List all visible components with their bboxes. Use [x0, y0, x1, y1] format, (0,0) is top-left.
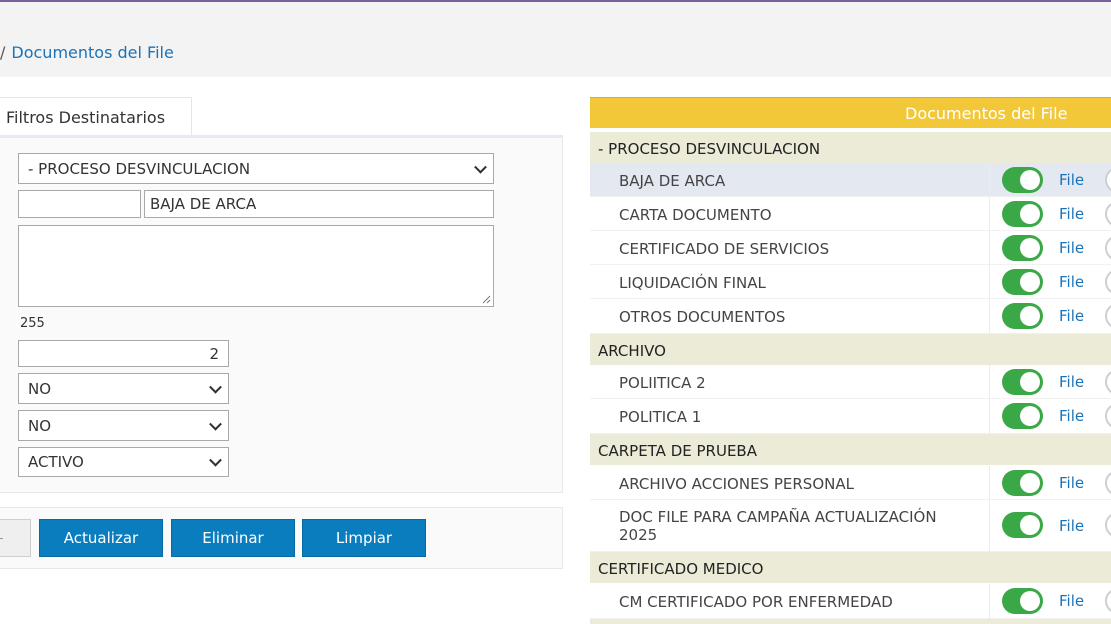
- resize-grip-icon[interactable]: [481, 294, 491, 304]
- char-counter: 255: [20, 316, 45, 331]
- document-row[interactable]: POLIITICA 2 File: [590, 365, 1111, 399]
- tab-filtros-destinatarios[interactable]: Filtros Destinatarios: [0, 97, 192, 136]
- select-1[interactable]: NO: [18, 373, 229, 404]
- active-toggle[interactable]: [1002, 303, 1043, 329]
- document-row[interactable]: CERTIFICADO DE SERVICIOS File: [590, 231, 1111, 265]
- file-link[interactable]: File: [1059, 307, 1084, 325]
- circle-action-icon[interactable]: [1105, 201, 1111, 227]
- order-input[interactable]: 2: [18, 340, 229, 367]
- active-toggle[interactable]: [1002, 403, 1043, 429]
- code-input[interactable]: [18, 190, 141, 218]
- chevron-down-icon: [209, 453, 222, 467]
- document-name: OTROS DOCUMENTOS: [619, 308, 786, 326]
- file-link[interactable]: File: [1059, 273, 1084, 291]
- name-input[interactable]: BAJA DE ARCA: [144, 190, 494, 218]
- file-link[interactable]: File: [1059, 373, 1084, 391]
- document-name: CARTA DOCUMENTO: [619, 206, 772, 224]
- partial-button[interactable]: [0, 519, 31, 557]
- proceso-select[interactable]: - PROCESO DESVINCULACION: [18, 153, 494, 184]
- breadcrumb-current-link[interactable]: Documentos del File: [11, 43, 173, 62]
- document-name: LIQUIDACIÓN FINAL: [619, 274, 766, 292]
- group-header: CERTIFICADO MEDICO: [590, 552, 1111, 583]
- document-row[interactable]: DOC FILE PARA CAMPAÑA ACTUALIZACIÓN 2025…: [590, 500, 1111, 552]
- breadcrumb-separator: /: [0, 43, 6, 62]
- circle-action-icon[interactable]: [1105, 512, 1111, 538]
- active-toggle[interactable]: [1002, 269, 1043, 295]
- documents-panel-title: Documentos del File: [905, 104, 1068, 123]
- circle-action-icon[interactable]: [1105, 167, 1111, 193]
- circle-action-icon[interactable]: [1105, 369, 1111, 395]
- circle-action-icon[interactable]: [1105, 470, 1111, 496]
- file-link[interactable]: File: [1059, 517, 1084, 535]
- file-link[interactable]: File: [1059, 239, 1084, 257]
- file-link[interactable]: File: [1059, 205, 1084, 223]
- circle-action-icon[interactable]: [1105, 235, 1111, 261]
- breadcrumb: / Documentos del File: [0, 43, 174, 62]
- status-select[interactable]: ACTIVO: [18, 447, 229, 477]
- circle-action-icon[interactable]: [1105, 588, 1111, 614]
- active-toggle[interactable]: [1002, 201, 1043, 227]
- group-header-partial: [590, 619, 1111, 624]
- circle-action-icon[interactable]: [1105, 403, 1111, 429]
- proceso-select-value: - PROCESO DESVINCULACION: [28, 159, 251, 178]
- document-name: ARCHIVO ACCIONES PERSONAL: [619, 475, 854, 493]
- documents-panel-header: Documentos del File: [590, 97, 1111, 128]
- eliminar-button[interactable]: Eliminar: [171, 519, 295, 557]
- status-select-value: ACTIVO: [28, 453, 84, 471]
- circle-action-icon[interactable]: [1105, 303, 1111, 329]
- file-link[interactable]: File: [1059, 407, 1084, 425]
- circle-action-icon[interactable]: [1105, 269, 1111, 295]
- group-header: - PROCESO DESVINCULACION: [590, 132, 1111, 163]
- chevron-down-icon: [209, 380, 222, 394]
- select-2[interactable]: NO: [18, 410, 229, 441]
- document-row[interactable]: CM CERTIFICADO POR ENFERMEDAD File: [590, 584, 1111, 619]
- breadcrumb-bar: / Documentos del File: [0, 2, 1111, 77]
- select-2-value: NO: [28, 416, 52, 435]
- documents-panel: Documentos del File - PROCESO DESVINCULA…: [590, 97, 1111, 624]
- active-toggle[interactable]: [1002, 167, 1043, 193]
- file-link[interactable]: File: [1059, 474, 1084, 492]
- document-name: DOC FILE PARA CAMPAÑA ACTUALIZACIÓN 2025: [619, 508, 937, 544]
- active-toggle[interactable]: [1002, 235, 1043, 261]
- document-row[interactable]: OTROS DOCUMENTOS File: [590, 299, 1111, 334]
- select-1-value: NO: [28, 379, 52, 398]
- document-name: CERTIFICADO DE SERVICIOS: [619, 240, 830, 258]
- document-row[interactable]: POLITICA 1 File: [590, 399, 1111, 434]
- chevron-down-icon: [209, 417, 222, 431]
- document-name: POLITICA 1: [619, 408, 702, 426]
- document-name: CM CERTIFICADO POR ENFERMEDAD: [619, 593, 893, 611]
- document-row[interactable]: CARTA DOCUMENTO File: [590, 197, 1111, 231]
- active-toggle[interactable]: [1002, 588, 1043, 614]
- chevron-down-icon: [474, 160, 487, 174]
- active-toggle[interactable]: [1002, 512, 1043, 538]
- active-toggle[interactable]: [1002, 470, 1043, 496]
- document-name: BAJA DE ARCA: [619, 172, 726, 190]
- group-header: CARPETA DE PRUEBA: [590, 434, 1111, 465]
- document-row[interactable]: LIQUIDACIÓN FINAL File: [590, 265, 1111, 299]
- actualizar-button[interactable]: Actualizar: [39, 519, 163, 557]
- limpiar-button[interactable]: Limpiar: [302, 519, 426, 557]
- document-row[interactable]: ARCHIVO ACCIONES PERSONAL File: [590, 466, 1111, 500]
- document-name: POLIITICA 2: [619, 374, 706, 392]
- group-header: ARCHIVO: [590, 334, 1111, 365]
- document-row[interactable]: BAJA DE ARCA File: [590, 163, 1111, 197]
- file-link[interactable]: File: [1059, 592, 1084, 610]
- file-link[interactable]: File: [1059, 171, 1084, 189]
- description-textarea[interactable]: [18, 225, 494, 307]
- active-toggle[interactable]: [1002, 369, 1043, 395]
